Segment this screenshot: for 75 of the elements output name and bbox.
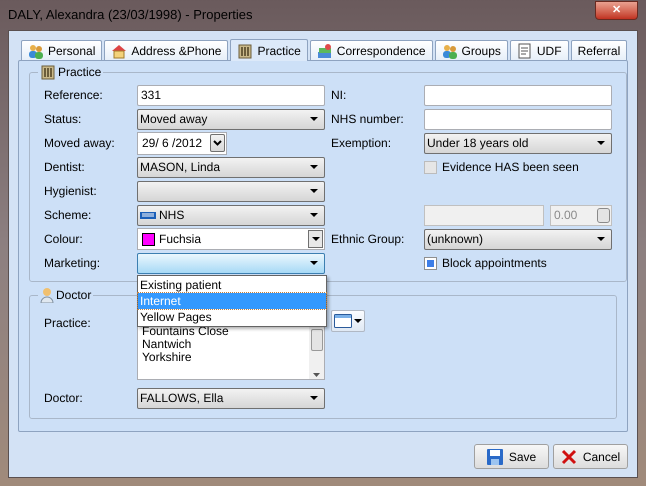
dropdown-option[interactable]: Yellow Pages bbox=[138, 308, 326, 324]
text-field[interactable] bbox=[424, 108, 612, 130]
dropdown-field[interactable]: Moved away bbox=[137, 108, 325, 130]
field-label: Doctor: bbox=[44, 391, 83, 405]
field-label: Exemption: bbox=[331, 136, 392, 150]
field-label: Marketing: bbox=[44, 256, 100, 270]
field-label: Moved away: bbox=[44, 136, 115, 150]
caret-icon bbox=[354, 319, 362, 323]
people-icon bbox=[442, 42, 458, 58]
list-item[interactable]: Fountains Close bbox=[142, 325, 309, 338]
tab[interactable]: Practice bbox=[230, 39, 308, 61]
field-label: Colour: bbox=[44, 232, 83, 246]
field-label: Dentist: bbox=[44, 160, 85, 174]
building-icon bbox=[237, 42, 254, 58]
close-icon bbox=[560, 448, 577, 464]
document-icon bbox=[516, 42, 533, 58]
nhs-logo-icon bbox=[140, 212, 156, 218]
field-label: Reference: bbox=[44, 88, 103, 102]
dropdown-field[interactable]: (unknown) bbox=[424, 228, 612, 250]
tab[interactable]: Address &Phone bbox=[104, 40, 228, 60]
caret-icon bbox=[310, 213, 318, 217]
field-label: NI: bbox=[331, 88, 346, 102]
house-icon bbox=[111, 42, 128, 58]
tab[interactable]: UDF bbox=[510, 40, 569, 60]
caret-icon bbox=[310, 189, 318, 193]
list-item[interactable]: Yorkshire bbox=[142, 351, 309, 364]
dropdown-field[interactable]: FALLOWS, Ella bbox=[137, 388, 325, 408]
cancel-button[interactable]: Cancel bbox=[553, 444, 628, 469]
field-label: Ethnic Group: bbox=[331, 232, 404, 246]
dropdown-field[interactable]: NHS bbox=[137, 204, 325, 226]
field-label: Hygienist: bbox=[44, 184, 97, 198]
group-title: Doctor bbox=[56, 287, 92, 304]
tab[interactable]: Personal bbox=[21, 40, 102, 60]
colour-dropdown-field[interactable]: Fuchsia bbox=[137, 228, 325, 250]
caret-icon bbox=[597, 141, 605, 145]
caret-icon bbox=[310, 165, 318, 169]
dropdown-field[interactable]: Under 18 years old bbox=[424, 132, 612, 154]
tab[interactable]: Referral bbox=[570, 40, 628, 60]
building-icon bbox=[40, 64, 56, 80]
layout-dropdown-button[interactable] bbox=[331, 310, 365, 332]
caret-icon bbox=[312, 237, 320, 241]
dropdown-field[interactable] bbox=[137, 252, 325, 274]
list-item[interactable]: Nantwich bbox=[142, 338, 309, 351]
caret-icon bbox=[310, 261, 318, 265]
tab[interactable]: Groups bbox=[434, 40, 508, 60]
dropdown-field[interactable] bbox=[137, 180, 325, 202]
doctor-icon bbox=[40, 287, 54, 303]
scroll-down-icon[interactable] bbox=[313, 373, 320, 377]
field-label: Practice: bbox=[44, 316, 91, 330]
checkbox-label: Block appointments bbox=[442, 255, 547, 272]
caret-icon bbox=[597, 237, 605, 241]
caret-icon bbox=[310, 117, 318, 121]
save-button[interactable]: Save bbox=[474, 444, 549, 469]
window-title: DALY, Alexandra (23/03/1998) - Properties bbox=[8, 6, 252, 24]
calendar-dropdown-button[interactable] bbox=[210, 134, 225, 152]
checkbox-label: Evidence HAS been seen bbox=[442, 159, 579, 176]
caret-icon bbox=[310, 396, 318, 400]
dropdown-button[interactable] bbox=[308, 230, 323, 248]
number-field: 0.00 bbox=[550, 204, 612, 226]
people-icon bbox=[28, 42, 44, 58]
checkbox[interactable] bbox=[424, 256, 437, 270]
dropdown-option[interactable]: Existing patient bbox=[138, 276, 326, 292]
group-title: Practice bbox=[58, 64, 102, 81]
tab[interactable]: Correspondence bbox=[310, 40, 433, 60]
letters-icon bbox=[316, 42, 333, 58]
window-icon bbox=[334, 314, 352, 328]
field-label: NHS number: bbox=[331, 112, 404, 126]
dropdown-field[interactable]: MASON, Linda bbox=[137, 156, 325, 178]
field-label: Scheme: bbox=[44, 208, 92, 222]
text-field[interactable]: 331 bbox=[137, 84, 325, 106]
field-label: Status: bbox=[44, 112, 82, 126]
text-field[interactable] bbox=[424, 84, 612, 106]
chevron-down-icon bbox=[213, 140, 222, 146]
practice-list[interactable]: Fountains Close Nantwich Yorkshire bbox=[137, 324, 325, 380]
date-field[interactable]: 29/ 6 /2012 bbox=[137, 132, 227, 154]
